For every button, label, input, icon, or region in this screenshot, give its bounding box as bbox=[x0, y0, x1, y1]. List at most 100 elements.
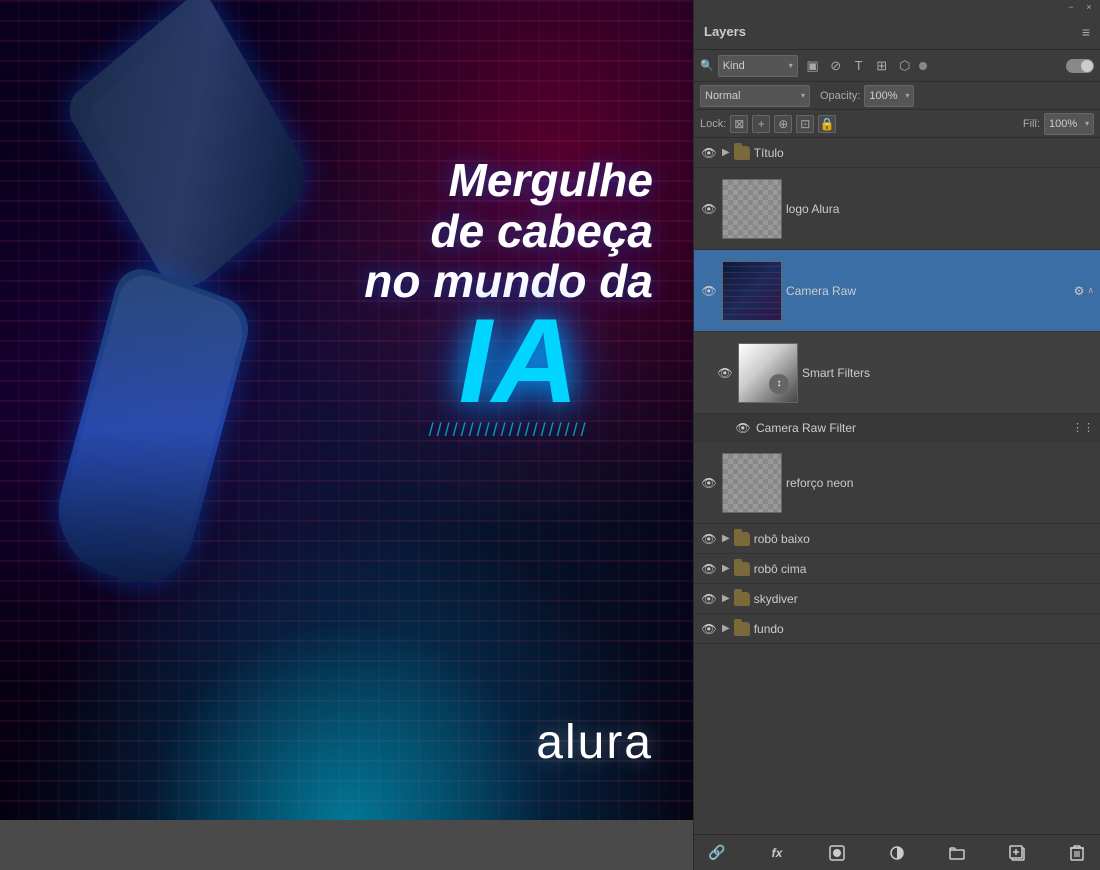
layer-robo-baixo[interactable]: 👁 ▶ robô baixo bbox=[694, 524, 1100, 554]
collapse-panel-button[interactable]: − bbox=[1066, 2, 1076, 12]
add-fx-button[interactable]: fx bbox=[764, 840, 790, 866]
kind-dropdown[interactable]: Kind ▾ bbox=[718, 55, 798, 77]
visibility-icon-camera-raw[interactable]: 👁 bbox=[700, 284, 718, 298]
poster-title: Mergulhe de cabeça no mundo da bbox=[364, 155, 653, 307]
expand-arrow-titulo[interactable]: ▶ bbox=[722, 147, 730, 158]
filter-adjustment-icon[interactable]: ⊘ bbox=[827, 57, 845, 75]
fill-label: Fill: bbox=[1023, 118, 1040, 130]
layer-camera-raw[interactable]: 👁 Camera Raw ⚙ ∧ bbox=[694, 250, 1100, 332]
link-layers-button[interactable]: 🔗 bbox=[704, 840, 730, 866]
filter-smart-icon[interactable]: ⬡ bbox=[896, 57, 914, 75]
opacity-label: Opacity: bbox=[820, 90, 860, 102]
layer-skydiver[interactable]: 👁 ▶ skydiver bbox=[694, 584, 1100, 614]
layer-name-titulo: Título bbox=[754, 146, 1094, 160]
search-icon: 🔍 bbox=[700, 59, 714, 72]
blend-mode-row: Normal ▾ Opacity: 100% ▾ bbox=[694, 82, 1100, 110]
poster-text-block: Mergulhe de cabeça no mundo da IA //////… bbox=[364, 155, 653, 441]
layer-reforco-neon[interactable]: 👁 reforço neon bbox=[694, 442, 1100, 524]
layer-smart-filters[interactable]: 👁 ↕ Smart Filters bbox=[694, 332, 1100, 414]
robot-top-figure bbox=[100, 30, 300, 280]
blend-mode-dropdown[interactable]: Normal ▾ bbox=[700, 85, 810, 107]
camera-raw-expand-arrow[interactable]: ∧ bbox=[1087, 285, 1094, 296]
lock-transparent-button[interactable]: ⊠ bbox=[730, 115, 748, 133]
thumb-logo-alura bbox=[722, 179, 782, 239]
lock-image-button[interactable]: + bbox=[752, 115, 770, 133]
opacity-arrow: ▾ bbox=[905, 91, 909, 100]
thumb-reforco-neon bbox=[722, 453, 782, 513]
delete-layer-button[interactable] bbox=[1064, 840, 1090, 866]
filter-pixel-icon[interactable]: ▣ bbox=[804, 57, 822, 75]
visibility-icon-fundo[interactable]: 👁 bbox=[700, 622, 718, 636]
panel-menu-icon[interactable]: ≡ bbox=[1082, 24, 1090, 40]
canvas-area: Mergulhe de cabeça no mundo da IA //////… bbox=[0, 0, 693, 870]
filter-icons-row: ▣ ⊘ T ⊞ ⬡ bbox=[804, 57, 927, 75]
panel-header: Layers ≡ bbox=[694, 14, 1100, 50]
layer-logo-alura[interactable]: 👁 logo Alura bbox=[694, 168, 1100, 250]
layer-titulo[interactable]: 👁 ▶ Título bbox=[694, 138, 1100, 168]
fill-arrow: ▾ bbox=[1085, 119, 1089, 128]
filter-type-icon[interactable]: T bbox=[850, 57, 868, 75]
camera-raw-settings-icon[interactable]: ⚙ bbox=[1074, 284, 1085, 298]
filter-row: 🔍 Kind ▾ ▣ ⊘ T ⊞ ⬡ bbox=[694, 50, 1100, 82]
opacity-input[interactable]: 100% ▾ bbox=[864, 85, 914, 107]
poster-logo: alura bbox=[536, 715, 653, 770]
kind-dropdown-arrow: ▾ bbox=[789, 61, 793, 70]
layer-name-fundo: fundo bbox=[754, 622, 1094, 636]
panel-top-bar: − × bbox=[694, 0, 1100, 14]
layer-name-skydiver: skydiver bbox=[754, 592, 1094, 606]
layer-name-smart-filters: Smart Filters bbox=[802, 366, 1094, 380]
visibility-icon-smart-filters[interactable]: 👁 bbox=[716, 366, 734, 380]
new-layer-button[interactable] bbox=[1004, 840, 1030, 866]
layer-name-reforco-neon: reforço neon bbox=[786, 476, 1094, 490]
lock-label: Lock: bbox=[700, 118, 726, 130]
thumb-camera-raw bbox=[722, 261, 782, 321]
canvas-image: Mergulhe de cabeça no mundo da IA //////… bbox=[0, 0, 693, 820]
expand-arrow-skydiver[interactable]: ▶ bbox=[722, 593, 730, 604]
expand-arrow-robo-baixo[interactable]: ▶ bbox=[722, 533, 730, 544]
folder-icon-titulo bbox=[734, 146, 750, 160]
folder-icon-robo-baixo bbox=[734, 532, 750, 546]
filter-dot[interactable] bbox=[919, 62, 927, 70]
lock-row: Lock: ⊠ + ⊕ ⊡ 🔒 Fill: 100% ▾ bbox=[694, 110, 1100, 138]
poster-dashes: //////////////////// bbox=[364, 420, 653, 441]
layer-robo-cima[interactable]: 👁 ▶ robô cima bbox=[694, 554, 1100, 584]
filter-settings-icon[interactable]: ⋮⋮ bbox=[1072, 421, 1094, 434]
folder-icon-robo-cima bbox=[734, 562, 750, 576]
skydiver-figure bbox=[80, 280, 380, 680]
expand-arrow-fundo[interactable]: ▶ bbox=[722, 623, 730, 634]
visibility-icon-camera-raw-filter[interactable]: 👁 bbox=[734, 421, 752, 435]
expand-arrow-robo-cima[interactable]: ▶ bbox=[722, 563, 730, 574]
panel-title: Layers bbox=[704, 24, 746, 39]
visibility-icon-logo[interactable]: 👁 bbox=[700, 202, 718, 216]
filter-shape-icon[interactable]: ⊞ bbox=[873, 57, 891, 75]
layer-name-camera-raw-filter: Camera Raw Filter bbox=[756, 421, 1068, 435]
visibility-icon-skydiver[interactable]: 👁 bbox=[700, 592, 718, 606]
poster-ia: IA bbox=[364, 307, 673, 415]
close-panel-button[interactable]: × bbox=[1084, 2, 1094, 12]
layer-name-robo-baixo: robô baixo bbox=[754, 532, 1094, 546]
layer-camera-raw-filter[interactable]: 👁 Camera Raw Filter ⋮⋮ bbox=[694, 414, 1100, 442]
add-adjustment-button[interactable] bbox=[884, 840, 910, 866]
visibility-icon-robo-cima[interactable]: 👁 bbox=[700, 562, 718, 576]
layer-name-robo-cima: robô cima bbox=[754, 562, 1094, 576]
lock-position-button[interactable]: ⊕ bbox=[774, 115, 792, 133]
layer-fundo[interactable]: 👁 ▶ fundo bbox=[694, 614, 1100, 644]
fill-input[interactable]: 100% ▾ bbox=[1044, 113, 1094, 135]
layer-name-logo-alura: logo Alura bbox=[786, 202, 1094, 216]
lock-all-button[interactable]: 🔒 bbox=[818, 115, 836, 133]
thumb-smart-filters: ↕ bbox=[738, 343, 798, 403]
add-mask-button[interactable] bbox=[824, 840, 850, 866]
folder-icon-skydiver bbox=[734, 592, 750, 606]
visibility-icon-titulo[interactable]: 👁 bbox=[700, 146, 718, 160]
camera-raw-controls: ⚙ ∧ bbox=[1074, 284, 1094, 298]
lock-artboard-button[interactable]: ⊡ bbox=[796, 115, 814, 133]
blend-mode-arrow: ▾ bbox=[801, 91, 805, 100]
visibility-icon-reforco-neon[interactable]: 👁 bbox=[700, 476, 718, 490]
group-layers-button[interactable] bbox=[944, 840, 970, 866]
folder-icon-fundo bbox=[734, 622, 750, 636]
visibility-icon-robo-baixo[interactable]: 👁 bbox=[700, 532, 718, 546]
filter-toggle[interactable] bbox=[1066, 59, 1094, 73]
layers-list[interactable]: 👁 ▶ Título 👁 logo Alura 👁 Camera Raw ⚙ ∧… bbox=[694, 138, 1100, 834]
bottom-toolbar: 🔗 fx bbox=[694, 834, 1100, 870]
layers-panel: − × Layers ≡ 🔍 Kind ▾ ▣ ⊘ T ⊞ ⬡ Normal ▾… bbox=[693, 0, 1100, 870]
